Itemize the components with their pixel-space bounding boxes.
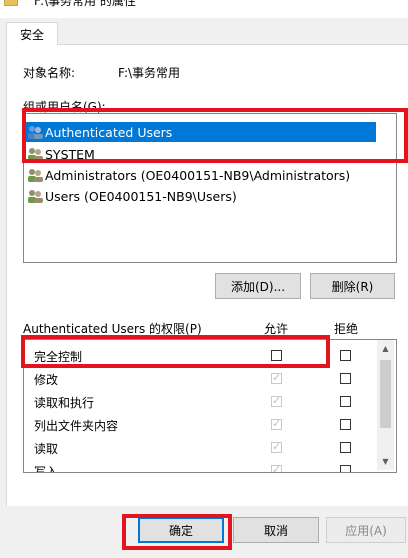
permissions-scrollbar[interactable]: ▲ ▼	[377, 340, 394, 470]
permission-name: 写入	[34, 465, 59, 473]
permission-row-full-control: 完全控制	[24, 345, 376, 367]
permission-name: 修改	[34, 373, 59, 387]
list-item-label: Users (OE0400151-NB9\Users)	[45, 188, 237, 204]
cancel-button[interactable]: 取消	[233, 517, 319, 543]
ok-button[interactable]: 确定	[138, 517, 224, 543]
permission-row-read-execute: 读取和执行 ✓	[24, 391, 376, 413]
permissions-label: Authenticated Users 的权限(P)	[23, 322, 202, 336]
scrollbar-thumb[interactable]	[380, 360, 391, 428]
window-title-bar: F:\事务常用 的属性	[0, 0, 408, 18]
list-item-label: Administrators (OE0400151-NB9\Administra…	[45, 167, 351, 183]
permission-name: 读取和执行	[34, 396, 95, 410]
allow-header: 允许	[264, 322, 289, 336]
deny-checkbox-full-control[interactable]	[340, 350, 351, 361]
apply-button: 应用(A)	[326, 517, 406, 543]
deny-checkbox-write[interactable]	[340, 465, 351, 472]
object-name-label: 对象名称:	[23, 66, 76, 80]
checkmark-icon: ✓	[272, 394, 282, 407]
object-name-value: F:\事务常用	[118, 66, 181, 80]
permission-row-modify: 修改 ✓	[24, 368, 376, 390]
allow-checkbox-modify: ✓	[271, 371, 282, 384]
users-listbox[interactable]: Authenticated Users SYSTEM Administrator…	[23, 113, 397, 263]
tab-security[interactable]: 安全	[6, 22, 58, 45]
checkmark-icon: ✓	[272, 371, 282, 384]
deny-checkbox-list-folder[interactable]	[340, 419, 351, 430]
permission-row-write: 写入 ✓	[24, 460, 376, 473]
checkmark-icon: ✓	[272, 440, 282, 453]
users-icon	[26, 188, 44, 204]
folder-icon	[4, 0, 18, 6]
list-item-administrators[interactable]: Administrators (OE0400151-NB9\Administra…	[26, 165, 350, 185]
scroll-up-icon[interactable]: ▲	[377, 340, 394, 357]
list-item-system[interactable]: SYSTEM	[26, 144, 95, 164]
window-title: F:\事务常用 的属性	[34, 0, 136, 8]
list-item-label: SYSTEM	[45, 146, 95, 162]
allow-checkbox-full-control[interactable]	[271, 350, 282, 361]
checkmark-icon: ✓	[272, 463, 282, 473]
list-item-users[interactable]: Users (OE0400151-NB9\Users)	[26, 186, 237, 206]
permission-name: 读取	[34, 442, 59, 456]
allow-checkbox-read-execute: ✓	[271, 394, 282, 407]
deny-checkbox-modify[interactable]	[340, 373, 351, 384]
deny-checkbox-read-execute[interactable]	[340, 396, 351, 407]
allow-checkbox-list-folder: ✓	[271, 417, 282, 430]
permission-row-list-folder: 列出文件夹内容 ✓	[24, 414, 376, 436]
users-icon	[26, 146, 44, 162]
tab-security-label: 安全	[19, 27, 44, 42]
permission-name: 列出文件夹内容	[34, 419, 119, 433]
deny-header: 拒绝	[334, 322, 359, 336]
allow-checkbox-read: ✓	[271, 440, 282, 453]
remove-button[interactable]: 删除(R)	[310, 273, 395, 299]
allow-checkbox-write: ✓	[271, 463, 282, 473]
permission-name: 完全控制	[34, 350, 83, 364]
checkmark-icon: ✓	[272, 417, 282, 430]
users-icon	[26, 167, 44, 183]
permission-row-read: 读取 ✓	[24, 437, 376, 459]
list-item-authenticated-users[interactable]: Authenticated Users	[26, 122, 376, 142]
add-button[interactable]: 添加(D)...	[215, 273, 301, 299]
list-item-label: Authenticated Users	[45, 124, 173, 140]
permissions-list: 完全控制 修改 ✓ 读取和执行 ✓ 列出文件夹内容 ✓ 读取 ✓ 写入 ✓	[23, 339, 397, 473]
scroll-down-icon[interactable]: ▼	[377, 453, 394, 470]
users-icon	[26, 124, 44, 140]
deny-checkbox-read[interactable]	[340, 442, 351, 453]
